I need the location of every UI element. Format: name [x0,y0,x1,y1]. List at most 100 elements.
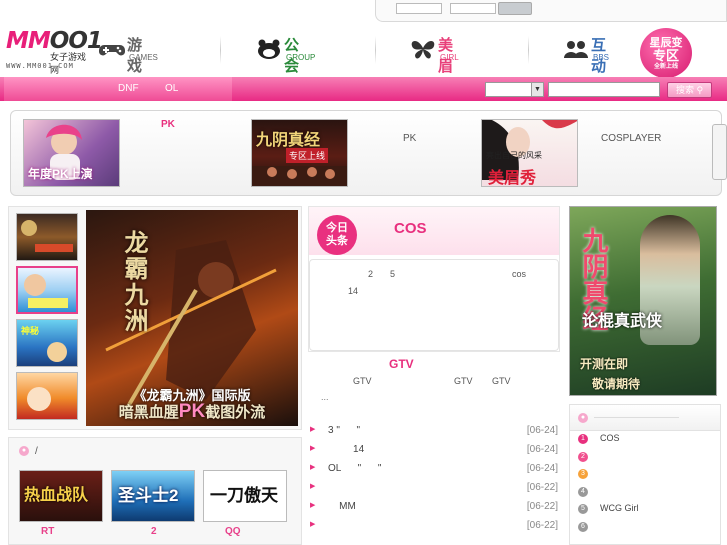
ranking-item[interactable]: 2 [570,449,720,467]
new-games-heading-text: / [35,446,38,457]
today-badge-line2: 头条 [326,235,348,247]
header-divider [594,417,679,418]
gamepad-icon [99,45,125,56]
today-badge-line1: 今日 [326,222,348,234]
featured-thumb-pk[interactable]: 年度PK上演 [23,119,120,187]
gtv-title[interactable]: GTV [389,357,414,371]
username-input[interactable] [396,3,442,14]
rank-title[interactable]: WCG Girl [600,503,639,513]
gtv-link[interactable]: GTV [454,376,473,386]
search-button[interactable]: 搜索 ⚲ [667,82,712,98]
news-list: ▶ 3 " " [06-24] ▶ 14 [06-24] ▶ OL " " [06-24]… [308,422,560,536]
search-input[interactable] [548,82,660,97]
game-thumb-qq[interactable]: 一刀傲天 [203,470,287,522]
right-banner-line1: 开测在即 [580,357,629,371]
ranking-item[interactable]: 6 [570,519,720,537]
featured-scroll-handle[interactable] [712,124,727,180]
focus-banner[interactable]: 龙霸九洲 《龙霸九洲》国际版 暗黑血腥PK截图外流 [86,210,298,426]
guild-icon [258,39,280,59]
news-title[interactable]: 14 [328,444,364,455]
game-thumb-2[interactable]: 圣斗士2 [111,470,195,522]
search-button-label: 搜索 [675,85,694,95]
arrow-right-icon: ▶ [310,464,316,471]
game-thumb-rt[interactable]: 热血战队 [19,470,103,522]
list-item[interactable]: ▶ 3 " " [06-24] [308,422,560,441]
list-item[interactable]: ▶ [06-22] [308,479,560,498]
arrow-right-icon: ▶ [310,521,316,528]
list-item[interactable]: ▶ MM [06-22] [308,498,560,517]
jiuyin-banner[interactable]: 九阴真经 论棍真武侠 开测在即 敬请期待 [569,206,717,396]
headline-text: 5 [390,269,396,279]
featured-label-3[interactable]: COSPLAYER [601,133,661,144]
page: MMOO1 女子游戏网 WWW.MM001.COM 游戏 GAMES 公会 GR… [0,0,727,545]
rank-number: 6 [578,521,588,532]
banner-caption-pk: PK [178,401,206,422]
site-logo[interactable]: MMOO1 女子游戏网 WWW.MM001.COM [6,28,103,75]
rank-title[interactable]: COS [600,433,620,443]
gtv-link[interactable]: GTV [353,376,372,386]
featured-label-1[interactable]: PK [161,119,175,130]
list-item[interactable]: ▶ [06-22] [308,517,560,536]
gtv-link[interactable]: GTV [492,376,511,386]
nav-girl-sub: GIRL [440,53,459,62]
list-item[interactable]: ▶ 14 [06-24] [308,441,560,460]
butterfly-icon [411,41,435,59]
banner-caption-2b: 截图外流 [205,404,266,421]
news-title[interactable]: MM [328,501,356,512]
rank-number: 3 [578,469,588,479]
special-zone-badge[interactable]: 星辰变 专区 全新上线 [640,28,692,78]
headline-title[interactable]: COS [394,220,427,237]
headline-summary: 2 5 cos 14 [309,259,559,351]
ranking-item[interactable]: 5 WCG Girl [570,501,720,519]
rank-number: 2 [578,451,588,462]
headline-text: 14 [348,286,359,296]
news-date: [06-22] [526,501,558,512]
new-games-panel: ● / 热血战队 RT 圣斗士2 2 一刀傲天 QQ [8,437,302,545]
featured-strip: 年度PK上演 PK 九阴真经 专区上线 PK 亮出自己的风采 美眉秀 COSPL… [10,110,722,196]
game-label-rt[interactable]: RT [41,526,54,537]
arrow-right-icon: ▶ [310,502,316,509]
news-date: [06-22] [526,482,558,493]
news-title[interactable]: OL " " [328,463,381,474]
special-zone-line2: 专区 [652,48,679,63]
logo-text: MM [6,28,51,54]
sub-nav-link-dnf[interactable]: DNF [118,83,139,94]
today-badge: 今日 头条 [317,215,357,255]
news-title[interactable]: 3 " " [328,425,360,436]
list-item[interactable]: ▶ OL " " [06-24] [308,460,560,479]
ranking-item[interactable]: 1 COS [570,431,720,449]
password-input[interactable] [450,3,496,14]
ranking-item[interactable]: 4 [570,484,720,502]
banner-caption-2: 暗黑血腥PK截图外流 [86,401,298,423]
sub-nav-link-ol[interactable]: OL [165,83,178,94]
slide-thumb-4[interactable] [16,372,78,420]
nav-divider [528,36,529,64]
logo-url: WWW.MM001.COM [6,62,74,70]
login-button[interactable] [498,2,532,15]
headline-panel: 今日 头条 COS 2 5 cos 14 [308,206,560,352]
nav-divider [375,36,376,64]
headline-text: 2 [368,269,374,279]
right-banner-line2: 敬请期待 [592,377,641,391]
headline-text[interactable]: cos [512,269,526,279]
featured-thumb-meimei[interactable]: 亮出自己的风采 美眉秀 [481,119,578,187]
slide-thumb-3[interactable]: 神秘 [16,319,78,367]
game-thumb-art: 圣斗士2 [118,486,179,505]
nav-games-sub: GAMES [129,53,158,62]
bullet-icon: ● [19,446,29,457]
slide-thumb-2[interactable] [16,266,78,314]
nav-bbs-sub: BBS [593,53,610,62]
featured-thumb-jiuyin[interactable]: 九阴真经 专区上线 [251,119,348,187]
featured-label-2[interactable]: PK [403,133,416,144]
chevron-down-icon[interactable]: ▼ [531,83,543,96]
ranking-item[interactable]: 3 [570,466,720,484]
search-icon: ⚲ [696,85,704,95]
slide-thumb-1[interactable] [16,213,78,261]
featured-thumb-text: 年度PK上演 [28,167,93,181]
new-games-heading: ● / [19,446,38,457]
ranking-header: ● [570,405,720,431]
game-label-2[interactable]: 2 [151,526,157,537]
game-label-qq[interactable]: QQ [225,526,241,537]
search-category-select[interactable]: ▼ [485,82,544,97]
arrow-right-icon: ▶ [310,445,316,452]
